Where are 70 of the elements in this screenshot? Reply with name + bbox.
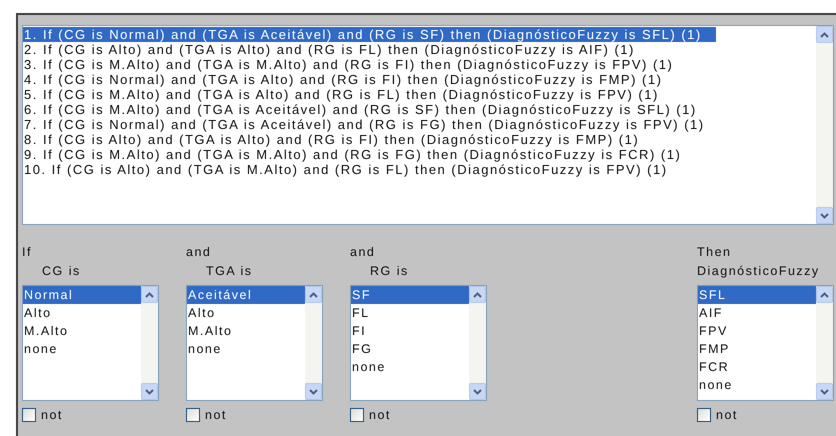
variable-label: RG is [369,264,410,279]
value-item[interactable]: SF [351,286,469,304]
not-label: not [41,407,63,424]
scroll-down-button[interactable] [141,383,158,400]
value-item[interactable]: Alto [23,304,141,322]
scroll-down-button[interactable] [469,383,486,400]
value-item[interactable]: none [23,340,141,358]
connector-label: and [186,245,212,260]
rule-item[interactable]: 2. If (CG is Alto) and (TGA is Alto) and (RG is FL) then (DiagnósticoFuzzy is AIF) (1) [23,42,716,57]
value-item[interactable]: FCR [698,358,816,376]
not-checkbox[interactable] [697,408,711,422]
chevron-up-icon [145,292,154,298]
value-item[interactable]: none [698,376,816,394]
rule-item[interactable]: 6. If (CG is M.Alto) and (TGA is Aceitável) and (RG is SF) then (DiagnósticoFuzzy is SFL) (1) [23,102,716,117]
rule-item[interactable]: 7. If (CG is Normal) and (TGA is Aceitável) and (RG is FG) then (DiagnósticoFuzzy is FPV) (1) [23,117,716,132]
variable-label: CG is [41,264,82,279]
not-label: not [205,407,227,424]
value-item[interactable]: none [351,358,469,376]
value-list[interactable]: SFL AIF FPV FMP FCR none [697,285,834,401]
rule-item[interactable]: 1. If (CG is Normal) and (TGA is Aceitável) and (RG is SF) then (DiagnósticoFuzzy is SFL) (1) [23,27,716,42]
not-label: not [369,407,391,424]
value-item[interactable]: M.Alto [187,322,305,340]
chevron-down-icon [820,388,829,394]
connector-label: If [22,245,33,260]
scroll-down-button[interactable] [816,383,833,400]
value-item[interactable]: FPV [698,322,816,340]
connector-label: Then [697,245,732,260]
chevron-up-icon [309,292,318,298]
scroll-down-button[interactable] [816,207,833,224]
not-checkbox[interactable] [350,408,364,422]
not-checkbox[interactable] [22,408,36,422]
rule-item[interactable]: 9. If (CG is M.Alto) and (TGA is M.Alto) and (RG is FG) then (DiagnósticoFuzzy is FCR) (1) [23,147,716,162]
chevron-down-icon [145,388,154,394]
rule-list[interactable] [22,25,834,225]
chevron-down-icon [473,388,482,394]
scroll-up-button[interactable] [816,26,833,43]
scroll-up-button[interactable] [469,286,486,303]
variable-label: DiagnósticoFuzzy [697,264,821,279]
rule-item[interactable]: 10. If (CG is Alto) and (TGA is M.Alto) and (RG is FL) then (DiagnósticoFuzzy is FPV) (1) [23,162,716,177]
value-list[interactable]: Normal Alto M.Alto none [22,285,159,401]
rule-item[interactable]: 8. If (CG is Alto) and (TGA is Alto) and (RG is FI) then (DiagnósticoFuzzy is FMP) (1) [23,132,716,147]
not-checkbox[interactable] [186,408,200,422]
scroll-down-button[interactable] [305,383,322,400]
value-item[interactable]: FG [351,340,469,358]
rule-item[interactable]: 5. If (CG is M.Alto) and (TGA is Alto) and (RG is FL) then (DiagnósticoFuzzy is FPV) (1) [23,87,716,102]
chevron-up-icon [820,32,829,38]
scroll-up-button[interactable] [305,286,322,303]
value-item[interactable]: Alto [187,304,305,322]
rule-item[interactable]: 4. If (CG is Normal) and (TGA is Alto) and (RG is FI) then (DiagnósticoFuzzy is FMP) (1) [23,72,716,87]
value-item[interactable]: AIF [698,304,816,322]
scroll-up-button[interactable] [141,286,158,303]
value-item[interactable]: none [187,340,305,358]
not-label: not [716,407,738,424]
value-item[interactable]: FMP [698,340,816,358]
value-item[interactable]: M.Alto [23,322,141,340]
variable-label: TGA is [205,264,254,279]
chevron-up-icon [820,292,829,298]
chevron-down-icon [309,388,318,394]
chevron-down-icon [820,212,829,218]
value-item[interactable]: Aceitável [187,286,305,304]
value-item[interactable]: FL [351,304,469,322]
value-list[interactable]: Aceitável Alto M.Alto none [186,285,323,401]
chevron-up-icon [473,292,482,298]
value-item[interactable]: Normal [23,286,141,304]
rule-item[interactable]: 3. If (CG is M.Alto) and (TGA is M.Alto) and (RG is FI) then (DiagnósticoFuzzy is FPV) (1) [23,57,716,72]
value-list[interactable]: SF FL FI FG none [350,285,487,401]
value-item[interactable]: SFL [698,286,816,304]
connector-label: and [350,245,376,260]
scroll-up-button[interactable] [816,286,833,303]
value-item[interactable]: FI [351,322,469,340]
